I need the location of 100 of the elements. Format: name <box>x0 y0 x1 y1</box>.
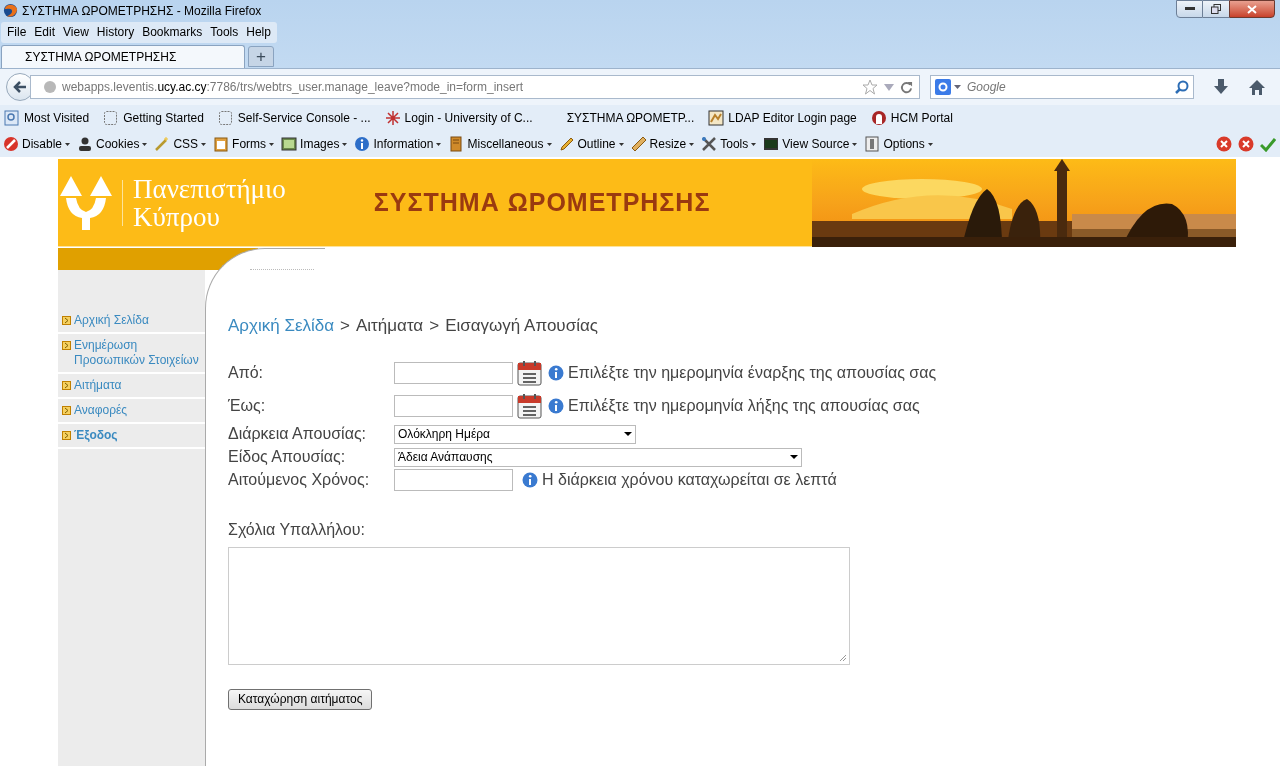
caret-icon <box>624 432 632 436</box>
breadcrumb-link[interactable]: Αρχική Σελίδα <box>228 313 335 339</box>
address-bar[interactable]: webapps.leventis.ucy.ac.cy:7786/trs/webtrs_user.manage_leave?mode_in=form_insert <box>30 75 920 99</box>
toolbar-menu[interactable]: Resize <box>630 135 695 153</box>
toolbar-menu[interactable]: Cookies <box>77 135 148 153</box>
picture-frame-icon <box>281 136 298 152</box>
site-title: ΣΥΣΤΗΜΑ ΩΡΟΜΕΤΡΗΣΗΣ <box>373 186 711 218</box>
bullet-arrow-icon <box>62 431 71 440</box>
toolbar-menu[interactable]: Information <box>354 135 442 153</box>
image-icon <box>708 110 725 126</box>
input-field[interactable] <box>394 469 513 491</box>
menu-item[interactable]: History <box>92 23 139 41</box>
bookmark-item[interactable]: ΣΥΣΤΗΜΑ ΩΡΟΜΕΤΡ... <box>566 109 695 127</box>
bullet-arrow-icon <box>62 406 71 415</box>
caret-icon <box>751 142 757 146</box>
breadcrumb-item: Αιτήματα <box>356 315 424 337</box>
bookmark-item[interactable]: Login - University of C... <box>384 109 533 127</box>
search-icon[interactable] <box>1175 80 1189 94</box>
toolbar-menu[interactable]: Outline <box>558 135 624 153</box>
calendar-icon[interactable] <box>517 360 543 386</box>
menu-item[interactable]: Tools <box>206 23 243 41</box>
toolbar-menu[interactable]: CSS <box>154 135 207 153</box>
breadcrumb-item: Εισαγωγή Απουσίας <box>445 315 598 337</box>
pencil-icon <box>558 136 575 152</box>
error-icon[interactable] <box>1238 136 1254 152</box>
bookmark-item[interactable]: HCM Portal <box>870 109 953 127</box>
dropdown[interactable]: Άδεια Ανάπαυσης <box>394 447 802 467</box>
bookmark-star-icon[interactable] <box>862 79 878 95</box>
download-icon[interactable] <box>1214 79 1228 95</box>
hint-text: Επιλέξτε την ημερομηνία έναρξης της απουσίας σας <box>568 363 937 383</box>
toolbar-menu[interactable]: Images <box>281 135 348 153</box>
dropdown-arrow-icon[interactable] <box>954 85 961 89</box>
toolbar-menu[interactable]: Miscellaneous <box>448 135 552 153</box>
menu-item[interactable]: View <box>59 23 93 41</box>
menu-item[interactable]: Help <box>242 23 275 41</box>
hint-text: Η διάρκεια χρόνου καταχωρείται σε λεπτά <box>542 470 837 490</box>
tools-icon <box>701 136 718 152</box>
menu-item[interactable]: Edit <box>30 23 60 41</box>
page-icon <box>4 110 20 126</box>
browser-tab[interactable]: ΣΥΣΤΗΜΑ ΩΡΟΜΕΤΡΗΣΗΣ <box>1 45 245 68</box>
blank-page-icon <box>217 110 234 126</box>
bookmark-item[interactable]: Self-Service Console - ... <box>217 109 371 127</box>
no-entry-icon <box>3 136 19 152</box>
toolbar-menu[interactable]: View Source <box>763 135 858 153</box>
ruler-icon <box>630 136 647 152</box>
input-field[interactable] <box>394 362 513 384</box>
toolbar-menu[interactable]: Tools <box>701 135 757 153</box>
breadcrumb-separator: > <box>429 315 440 337</box>
error-icon[interactable] <box>1216 136 1232 152</box>
terminal-icon <box>763 136 780 152</box>
bullet-arrow-icon <box>62 341 71 350</box>
input-field[interactable] <box>394 395 513 417</box>
reload-icon[interactable] <box>900 80 913 94</box>
bullet-arrow-icon <box>62 381 71 390</box>
bullet-arrow-icon <box>62 316 71 325</box>
caret-icon <box>927 142 933 146</box>
window-title: ΣΥΣΤΗΜΑ ΩΡΟΜΕΤΡΗΣΗΣ - Mozilla Firefox <box>22 2 262 20</box>
bookmark-item[interactable]: Most Visited <box>4 109 90 127</box>
checkmark-icon[interactable] <box>1260 136 1276 152</box>
wand-icon <box>154 136 171 152</box>
field-label: Αιτούμενος Χρόνος: <box>228 470 371 490</box>
caret-icon <box>852 142 858 146</box>
toolbar-menu[interactable]: Disable <box>3 135 71 153</box>
toolbar-menu[interactable]: Options <box>864 135 933 153</box>
search-field[interactable]: Google <box>930 75 1194 99</box>
bookmark-item[interactable]: LDAP Editor Login page <box>708 109 857 127</box>
back-arrow-icon <box>13 81 27 93</box>
caret-icon <box>436 142 442 146</box>
restore-icon <box>1211 4 1221 14</box>
menu-item[interactable]: Bookmarks <box>138 23 207 41</box>
person-icon <box>77 136 94 152</box>
close-button[interactable] <box>1229 0 1275 18</box>
menu-item[interactable]: File <box>3 23 31 41</box>
toolbar-menu[interactable]: Forms <box>213 135 275 153</box>
tree-logo-icon <box>60 175 112 230</box>
bookmark-item[interactable]: Getting Started <box>103 109 204 127</box>
submit-button[interactable]: Καταχώρηση αιτήματος <box>228 688 373 710</box>
url-text: webapps.leventis.ucy.ac.cy:7786/trs/webtrs_user.manage_leave?mode_in=form_insert <box>62 79 524 96</box>
new-tab-button[interactable]: + <box>248 46 274 67</box>
caret-icon <box>546 142 552 146</box>
minimize-button[interactable] <box>1176 0 1203 18</box>
calendar-icon[interactable] <box>517 393 543 419</box>
close-icon <box>1247 4 1257 14</box>
dropdown[interactable]: Ολόκληρη Ημέρα <box>394 424 636 444</box>
hint-text: Επιλέξτε την ημερομηνία λήξης της απουσίας σας <box>568 396 920 416</box>
field-label: Είδος Απουσίας: <box>228 447 347 467</box>
resize-grip-icon[interactable] <box>839 653 847 662</box>
caret-icon <box>618 142 624 146</box>
caret-icon <box>269 142 275 146</box>
logo-text: Πανεπιστήμιο <box>133 174 286 203</box>
caret-icon <box>689 142 695 146</box>
notebook-icon <box>448 136 465 152</box>
options-icon <box>864 136 881 152</box>
clipboard-icon <box>213 136 230 152</box>
restore-button[interactable] <box>1203 0 1229 18</box>
info-icon <box>548 398 564 414</box>
home-icon[interactable] <box>1249 79 1265 95</box>
field-label: Από: <box>228 363 265 383</box>
info-icon <box>522 472 538 488</box>
caret-icon <box>65 142 71 146</box>
